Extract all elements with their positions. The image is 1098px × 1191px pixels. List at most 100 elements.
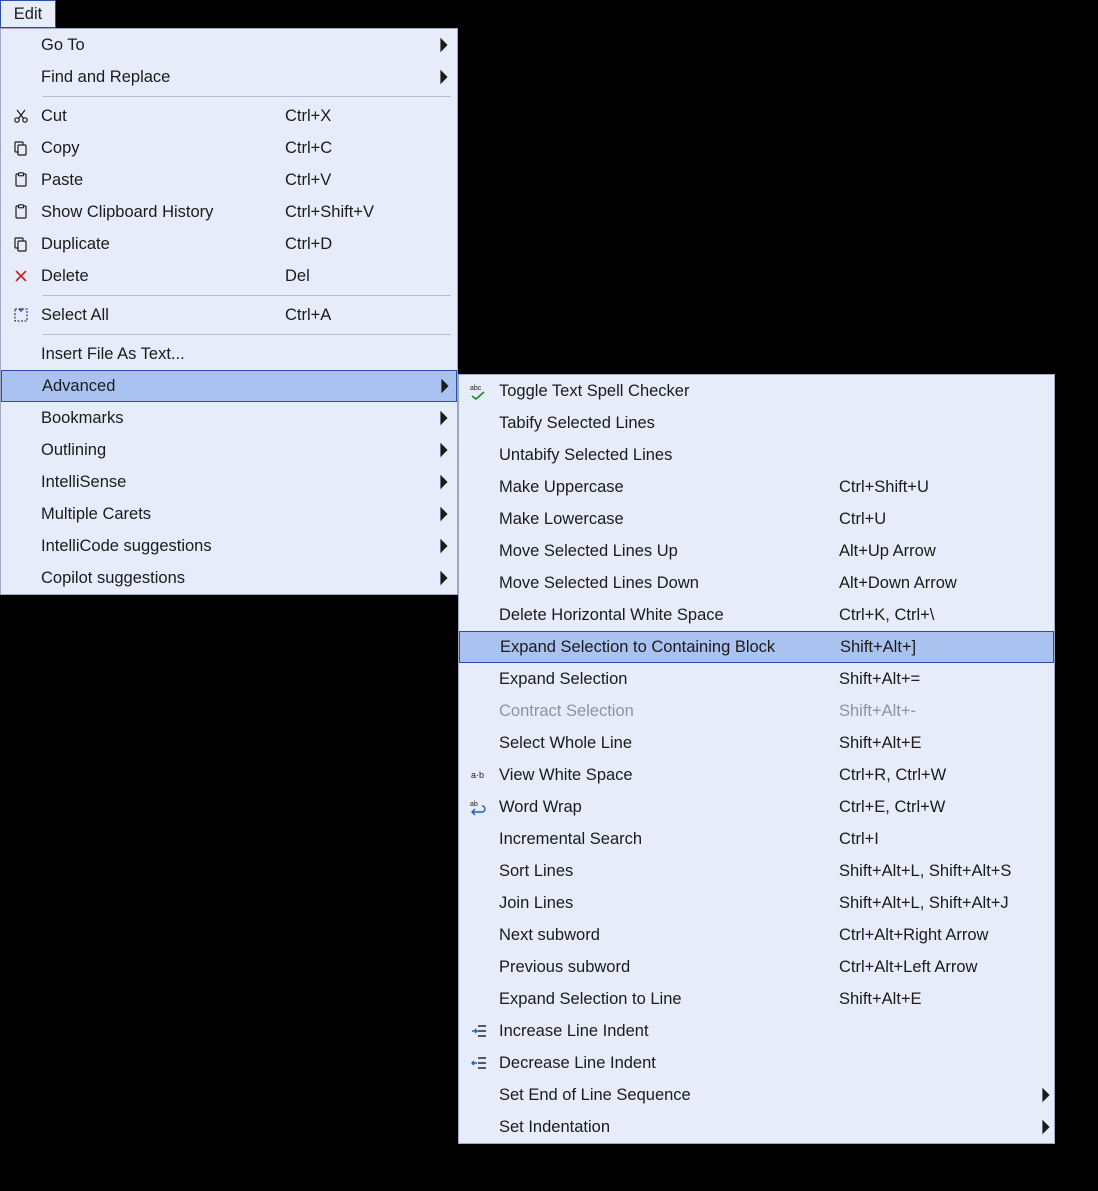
menu-item-previous-subword[interactable]: Previous subword Ctrl+Alt+Left Arrow: [459, 951, 1054, 983]
menu-shortcut: Ctrl+E, Ctrl+W: [839, 798, 1037, 817]
menu-item-copilot-suggestions[interactable]: Copilot suggestions: [1, 562, 457, 594]
menu-item-select-all[interactable]: Select All Ctrl+A: [1, 299, 457, 331]
menu-label: Word Wrap: [499, 798, 839, 817]
svg-text:a·b: a·b: [471, 770, 484, 780]
menu-item-tabify[interactable]: Tabify Selected Lines: [459, 407, 1054, 439]
menu-item-show-clipboard-history[interactable]: Show Clipboard History Ctrl+Shift+V: [1, 196, 457, 228]
menu-item-multiple-carets[interactable]: Multiple Carets: [1, 498, 457, 530]
menu-item-expand-selection[interactable]: Expand Selection Shift+Alt+=: [459, 663, 1054, 695]
menu-shortcut: Alt+Up Arrow: [839, 542, 1037, 561]
menu-shortcut: Ctrl+A: [285, 306, 435, 325]
menu-label: Untabify Selected Lines: [499, 446, 839, 465]
menu-label: Toggle Text Spell Checker: [499, 382, 839, 401]
menu-label: Join Lines: [499, 894, 839, 913]
menu-label: Go To: [41, 36, 285, 55]
menu-item-make-uppercase[interactable]: Make Uppercase Ctrl+Shift+U: [459, 471, 1054, 503]
menu-label: Copy: [41, 139, 285, 158]
submenu-arrow-icon: [1037, 1118, 1055, 1136]
menu-label: Bookmarks: [41, 409, 285, 428]
submenu-arrow-icon: [435, 409, 453, 427]
clipboard-icon: [1, 203, 41, 221]
menu-label: Select Whole Line: [499, 734, 839, 753]
menu-item-toggle-spell-checker[interactable]: abc Toggle Text Spell Checker: [459, 375, 1054, 407]
menu-item-contract-selection: Contract Selection Shift+Alt+-: [459, 695, 1054, 727]
menu-shortcut: Shift+Alt+L, Shift+Alt+J: [839, 894, 1037, 913]
menu-item-increase-indent[interactable]: Increase Line Indent: [459, 1015, 1054, 1047]
menu-label: Contract Selection: [499, 702, 839, 721]
menu-shortcut: Alt+Down Arrow: [839, 574, 1037, 593]
menu-label: Make Lowercase: [499, 510, 839, 529]
menu-shortcut: Ctrl+U: [839, 510, 1037, 529]
menu-label: Set End of Line Sequence: [499, 1086, 839, 1105]
menu-label: Increase Line Indent: [499, 1022, 839, 1041]
menubar-edit[interactable]: Edit: [0, 0, 56, 28]
menu-label: Copilot suggestions: [41, 569, 285, 588]
menu-item-word-wrap[interactable]: ab Word Wrap Ctrl+E, Ctrl+W: [459, 791, 1054, 823]
menu-shortcut: Shift+Alt+]: [840, 638, 1038, 657]
menu-label: Paste: [41, 171, 285, 190]
menu-shortcut: Shift+Alt+=: [839, 670, 1037, 689]
menu-item-delete-horizontal-whitespace[interactable]: Delete Horizontal White Space Ctrl+K, Ct…: [459, 599, 1054, 631]
menu-label: Expand Selection: [499, 670, 839, 689]
menu-label: Delete: [41, 267, 285, 286]
whitespace-icon: a·b: [459, 766, 499, 784]
menu-item-view-whitespace[interactable]: a·b View White Space Ctrl+R, Ctrl+W: [459, 759, 1054, 791]
edit-menu: Go To Find and Replace Cut Ctrl+X Copy C…: [0, 28, 458, 595]
menu-item-next-subword[interactable]: Next subword Ctrl+Alt+Right Arrow: [459, 919, 1054, 951]
menu-item-advanced[interactable]: Advanced: [1, 370, 457, 402]
menu-item-expand-selection-block[interactable]: Expand Selection to Containing Block Shi…: [459, 631, 1054, 663]
menu-label: Select All: [41, 306, 285, 325]
menu-item-copy[interactable]: Copy Ctrl+C: [1, 132, 457, 164]
menu-item-move-lines-down[interactable]: Move Selected Lines Down Alt+Down Arrow: [459, 567, 1054, 599]
menu-item-incremental-search[interactable]: Incremental Search Ctrl+I: [459, 823, 1054, 855]
menu-shortcut: Ctrl+X: [285, 107, 435, 126]
menu-label: Cut: [41, 107, 285, 126]
menu-item-intellicode-suggestions[interactable]: IntelliCode suggestions: [1, 530, 457, 562]
menu-item-find-replace[interactable]: Find and Replace: [1, 61, 457, 93]
menu-item-goto[interactable]: Go To: [1, 29, 457, 61]
menu-item-intellisense[interactable]: IntelliSense: [1, 466, 457, 498]
menu-shortcut: Ctrl+Shift+V: [285, 203, 435, 222]
menu-item-paste[interactable]: Paste Ctrl+V: [1, 164, 457, 196]
scissors-icon: [1, 107, 41, 125]
submenu-arrow-icon: [435, 537, 453, 555]
menu-item-decrease-indent[interactable]: Decrease Line Indent: [459, 1047, 1054, 1079]
menu-label: Next subword: [499, 926, 839, 945]
menu-item-set-indentation[interactable]: Set Indentation: [459, 1111, 1054, 1143]
menu-item-make-lowercase[interactable]: Make Lowercase Ctrl+U: [459, 503, 1054, 535]
menu-item-sort-lines[interactable]: Sort Lines Shift+Alt+L, Shift+Alt+S: [459, 855, 1054, 887]
menu-item-join-lines[interactable]: Join Lines Shift+Alt+L, Shift+Alt+J: [459, 887, 1054, 919]
menu-item-delete[interactable]: Delete Del: [1, 260, 457, 292]
menu-shortcut: Ctrl+Alt+Left Arrow: [839, 958, 1037, 977]
menu-shortcut: Ctrl+Shift+U: [839, 478, 1037, 497]
menu-item-set-eol-sequence[interactable]: Set End of Line Sequence: [459, 1079, 1054, 1111]
menubar-edit-label: Edit: [14, 5, 42, 24]
menu-item-duplicate[interactable]: Duplicate Ctrl+D: [1, 228, 457, 260]
menu-shortcut: Shift+Alt+E: [839, 734, 1037, 753]
menu-shortcut: Shift+Alt+-: [839, 702, 1037, 721]
menu-item-expand-selection-line[interactable]: Expand Selection to Line Shift+Alt+E: [459, 983, 1054, 1015]
indent-decrease-icon: [459, 1054, 499, 1072]
menu-label: Expand Selection to Line: [499, 990, 839, 1009]
menu-item-select-whole-line[interactable]: Select Whole Line Shift+Alt+E: [459, 727, 1054, 759]
menu-label: Show Clipboard History: [41, 203, 285, 222]
menu-item-insert-file-as-text[interactable]: Insert File As Text...: [1, 338, 457, 370]
menu-label: Find and Replace: [41, 68, 285, 87]
spell-check-icon: abc: [459, 382, 499, 400]
menu-item-move-lines-up[interactable]: Move Selected Lines Up Alt+Up Arrow: [459, 535, 1054, 567]
menu-item-bookmarks[interactable]: Bookmarks: [1, 402, 457, 434]
menu-item-outlining[interactable]: Outlining: [1, 434, 457, 466]
menu-shortcut: Del: [285, 267, 435, 286]
submenu-arrow-icon: [435, 505, 453, 523]
menu-shortcut: Ctrl+D: [285, 235, 435, 254]
menu-separator: [43, 96, 451, 97]
menu-shortcut: Ctrl+K, Ctrl+\: [839, 606, 1037, 625]
menu-item-cut[interactable]: Cut Ctrl+X: [1, 100, 457, 132]
menu-shortcut: Ctrl+R, Ctrl+W: [839, 766, 1037, 785]
menu-shortcut: Ctrl+Alt+Right Arrow: [839, 926, 1037, 945]
menu-item-untabify[interactable]: Untabify Selected Lines: [459, 439, 1054, 471]
clipboard-icon: [1, 171, 41, 189]
menu-shortcut: Ctrl+C: [285, 139, 435, 158]
copy-icon: [1, 235, 41, 253]
menu-label: Expand Selection to Containing Block: [500, 638, 840, 657]
